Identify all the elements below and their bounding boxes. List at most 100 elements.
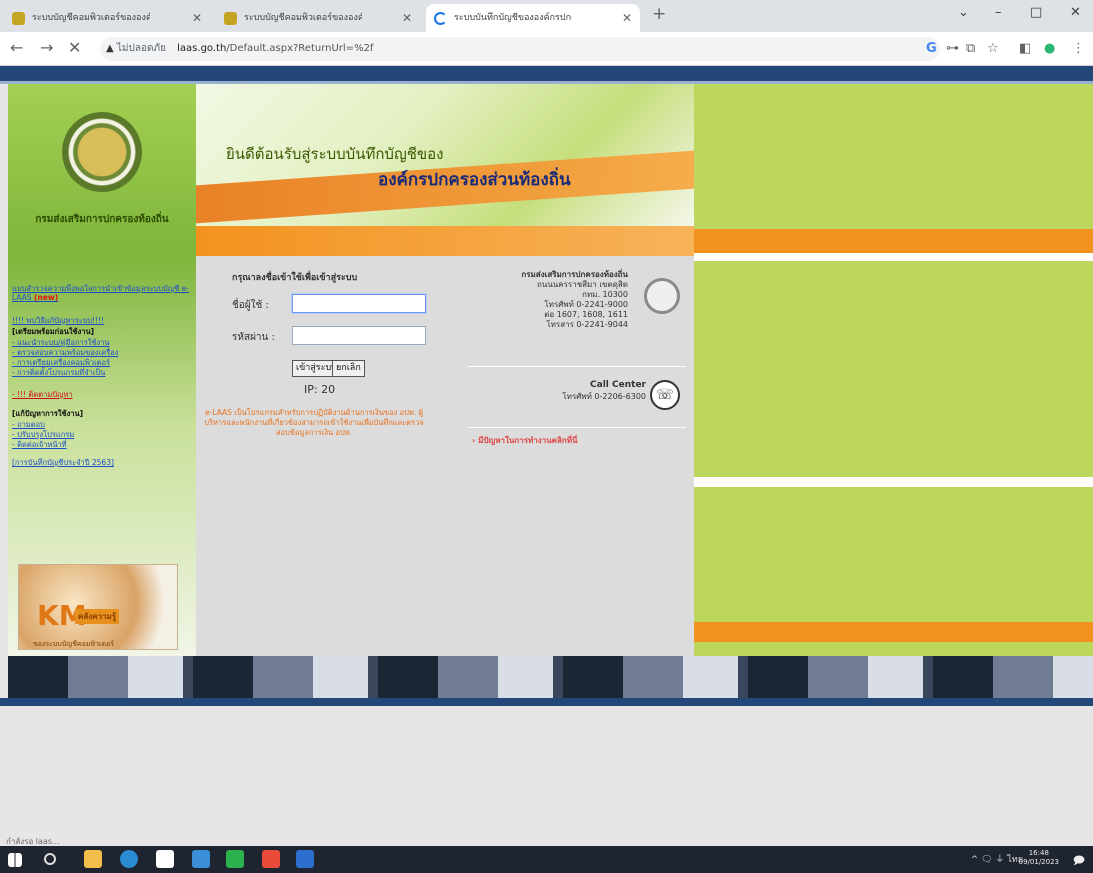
browser-tab-3-active[interactable]: ระบบบันทึกบัญชีขององค์กรปกครองส่วนท้องถิ… [426, 4, 640, 32]
web-page: กรมส่งเสริมการปกครองท้องถิ่น แบบสำรวจควา… [0, 66, 1093, 846]
edge-browser-icon[interactable] [120, 850, 138, 868]
mail-icon[interactable] [192, 850, 210, 868]
menu-icon[interactable]: ⋮ [1072, 41, 1085, 56]
bookmark-star-icon[interactable]: ☆ [987, 41, 999, 56]
chrome-icon[interactable] [262, 850, 280, 868]
prep-header: [เตรียมพร้อมก่อนใช้งาน] [12, 327, 95, 336]
troubleshoot-header: [แก้ปัญหาการใช้งาน] [12, 409, 84, 418]
white-stripe [694, 477, 1093, 487]
divider [468, 366, 686, 367]
contact-line: ถนนนครราชสีมา เขตดุสิต [537, 280, 628, 289]
site-favicon-icon [224, 12, 237, 25]
divider [468, 427, 686, 428]
right-green-panel [694, 84, 1093, 656]
forward-button[interactable]: → [40, 38, 53, 57]
share-icon[interactable]: ⧉ [966, 41, 975, 56]
sidebar-item-manual[interactable]: - แนะนำระบบ/คู่มือการใช้งาน [12, 338, 194, 347]
browser-tab-1[interactable]: ระบบบัญชีคอมพิวเตอร์ขององค์กรปกครองส่วนท… [4, 4, 210, 32]
clock-date: 09/01/2023 [1018, 858, 1059, 866]
department-name: กรมส่งเสริมการปกครองท้องถิ่น [35, 214, 169, 225]
problem-report-link[interactable]: › มีปัญหาในการทำงานคลิกที่นี่ [472, 434, 578, 447]
call-center-label: Call Center [590, 380, 646, 390]
back-button[interactable]: ← [10, 38, 23, 57]
tab-title: ระบบบันทึกบัญชีขององค์กรปกครองส่วนท้องถิ… [454, 13, 572, 23]
word-icon[interactable] [296, 850, 314, 868]
sidebar-item-prepare-computer[interactable]: - การเตรียมเครื่องคอมพิวเตอร์ [12, 358, 194, 367]
site-favicon-icon [12, 12, 25, 25]
system-tray[interactable]: ^ 🗨 ⏚ ไทย [971, 852, 1023, 866]
ip-display: IP: 20 [304, 383, 336, 396]
search-icon[interactable] [44, 853, 56, 865]
contact-line: โทรสาร 0-2241-9044 [546, 320, 628, 329]
contact-org: กรมส่งเสริมการปกครองท้องถิ่น [521, 270, 628, 279]
welcome-line-2: องค์กรปกครองส่วนท้องถิ่น [378, 170, 571, 190]
url-path: /Default.aspx?ReturnUrl=%2f [226, 43, 374, 54]
browser-toolbar: ← → ✕ ▲ ไม่ปลอดภัย laas.go.th/Default.as… [0, 32, 1093, 66]
telephone-icon [644, 278, 680, 314]
tab-search-icon[interactable]: ⌄ [958, 5, 969, 20]
windows-start-icon[interactable] [8, 853, 22, 867]
notice-text: e-LAAS เป็นโปรแกรมสำหรับการปฏิบัติงานด้า… [204, 408, 424, 437]
cancel-button[interactable]: ยกเลิก [332, 360, 365, 377]
footer-image-strip [8, 656, 1093, 698]
km-banner[interactable]: KM คลังความรู้ ของระบบบัญชีคอมพิวเตอร์ [18, 564, 178, 650]
welcome-line-1: ยินดีต้อนรับสู่ระบบบันทึกบัญชีของ [226, 145, 444, 163]
notification-icon[interactable]: 🗩 [1073, 852, 1085, 871]
fix-problem-link[interactable]: !!!! พบวิธีแก้ปัญหาระบบ!!!! [12, 316, 194, 325]
contact-line: โทรศัพท์ 0-2241-9000 [544, 300, 628, 309]
login-title: กรุณาลงชื่อเข้าใช้เพื่อเข้าสู่ระบบ [232, 273, 358, 283]
contact-line: กทม. 10300 [582, 290, 628, 299]
close-tab-icon[interactable]: ✕ [192, 4, 202, 32]
browser-tab-bar: ระบบบัญชีคอมพิวเตอร์ขององค์กรปกครองส่วนท… [0, 0, 1093, 32]
top-navy-bar [0, 66, 1093, 84]
contact-line: ต่อ 1607, 1608, 1611 [544, 310, 628, 319]
password-input[interactable] [292, 326, 426, 345]
close-tab-icon[interactable]: ✕ [622, 4, 632, 32]
warning-icon[interactable]: ▲ [106, 43, 114, 54]
sidebar-item-faq[interactable]: - ถามตอบ [12, 420, 194, 429]
sidebar-item-track-problem[interactable]: - !!! ติดตามปัญหา [12, 390, 194, 399]
close-tab-icon[interactable]: ✕ [402, 4, 412, 32]
loading-spinner-icon [434, 12, 447, 25]
maximize-button[interactable]: □ [1030, 5, 1042, 20]
orange-stripe-bottom [694, 622, 1093, 642]
sidebar-item-check-machine[interactable]: - ตรวจสอบความพร้อมของเครื่อง [12, 348, 194, 357]
security-label[interactable]: ไม่ปลอดภัย [117, 43, 166, 54]
clock[interactable]: 16:48 09/01/2023 [1019, 849, 1059, 867]
left-sidebar: กรมส่งเสริมการปกครองท้องถิ่น แบบสำรวจควา… [8, 84, 196, 656]
store-icon[interactable] [156, 850, 174, 868]
tab-title: ระบบบัญชีคอมพิวเตอร์ขององค์กรปกครองส่วนท… [32, 13, 150, 23]
call-center-phone: โทรศัพท์ 0-2206-6300 [562, 392, 646, 401]
km-subtitle: ของระบบบัญชีคอมพิวเตอร์ [33, 640, 114, 648]
sidebar-item-update[interactable]: - ปรับปรุงโปรแกรม [12, 430, 194, 439]
address-bar[interactable]: ▲ ไม่ปลอดภัย laas.go.th/Default.aspx?Ret… [100, 37, 940, 61]
new-badge: (new) [33, 293, 59, 302]
key-icon[interactable]: ⊶ [946, 41, 959, 56]
url-domain: laas.go.th [177, 43, 227, 54]
tab-title: ระบบบัญชีคอมพิวเตอร์ขององค์กรปกครองส่วนท… [244, 13, 362, 23]
line-app-icon[interactable] [226, 850, 244, 868]
google-translate-icon[interactable]: G [926, 41, 937, 56]
bottom-navy-bar [0, 698, 1093, 706]
windows-taskbar: ^ 🗨 ⏚ ไทย 16:48 09/01/2023 🗩 [0, 846, 1093, 873]
new-tab-button[interactable]: + [652, 4, 666, 24]
header-banner: ยินดีต้อนรับสู่ระบบบันทึกบัญชีของ องค์กร… [196, 84, 694, 226]
login-panel: กรุณาลงชื่อเข้าใช้เพื่อเข้าสู่ระบบ ชื่อผ… [196, 256, 694, 656]
sidebar-item-contact[interactable]: - ติดต่อเจ้าหน้าที่ [12, 440, 194, 449]
minimize-button[interactable]: – [995, 5, 1002, 20]
username-label: ชื่อผู้ใช้ : [232, 300, 269, 311]
department-emblem-icon [62, 112, 142, 192]
sidepanel-icon[interactable]: ◧ [1019, 41, 1031, 56]
sidebar-item-accounting-2563[interactable]: [การบันทึกบัญชีประจำปี 2563] [12, 458, 194, 467]
white-stripe [694, 253, 1093, 261]
browser-tab-2[interactable]: ระบบบัญชีคอมพิวเตอร์ขององค์กรปกครองส่วนท… [216, 4, 420, 32]
survey-link[interactable]: แบบสำรวจความพึงพอใจการนำเข้าข้อมูลระบบบั… [12, 284, 194, 302]
stop-button[interactable]: ✕ [68, 38, 81, 57]
clock-time: 16:48 [1028, 849, 1049, 857]
sidebar-item-install-program[interactable]: - การติดตั้งโปรแกรมที่จำเป็น [12, 368, 194, 377]
file-explorer-icon[interactable] [84, 850, 102, 868]
close-window-button[interactable]: ✕ [1070, 5, 1081, 20]
profile-avatar-icon[interactable]: ● [1044, 41, 1055, 56]
password-label: รหัสผ่าน : [232, 332, 275, 343]
username-input[interactable] [292, 294, 426, 313]
